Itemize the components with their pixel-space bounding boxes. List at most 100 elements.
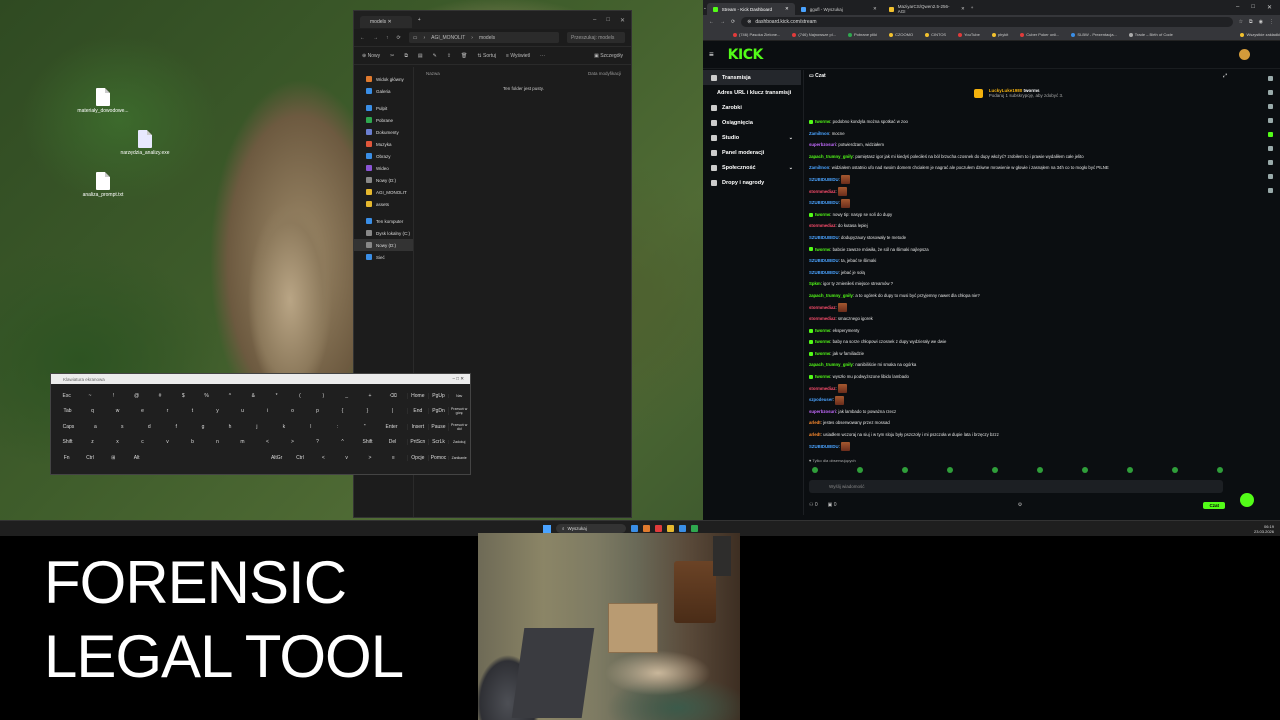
sidebar-item[interactable]: Dysk lokalny (C:): [354, 227, 413, 239]
bookmark-item[interactable]: Cuber Poker onli...: [1020, 32, 1059, 37]
key[interactable]: Zadokuj: [448, 440, 469, 445]
browser-tab[interactable]: ggufl - Wyszukaj ✕: [795, 3, 883, 15]
key[interactable]: &: [242, 393, 265, 399]
chat-username[interactable]: stormmediaz: [809, 305, 836, 310]
close-icon[interactable]: ✕: [388, 19, 392, 25]
key[interactable]: s: [109, 424, 136, 430]
minimize-icon[interactable]: –: [1236, 4, 1239, 11]
emote-icon[interactable]: [812, 467, 818, 473]
bookmark-star-icon[interactable]: ☆: [1239, 19, 1243, 25]
chat-username[interactable]: tworms: [815, 212, 830, 217]
site-info-icon[interactable]: ⊜: [747, 19, 751, 25]
forward-icon[interactable]: →: [373, 35, 378, 41]
key[interactable]: p: [305, 408, 330, 414]
key[interactable]: m: [230, 439, 255, 445]
sidebar-item[interactable]: Nowy (D:): [354, 239, 413, 251]
key[interactable]: %: [195, 393, 218, 399]
key[interactable]: k: [270, 424, 297, 430]
column-date[interactable]: Data modyfikacji: [588, 71, 621, 76]
chat-username[interactable]: stormmediaz: [809, 316, 836, 321]
sidebar-item[interactable]: Muzyka: [354, 138, 413, 150]
bookmark-item[interactable]: (746) Najnowsze pl...: [792, 32, 836, 37]
start-icon[interactable]: [543, 524, 551, 533]
menu-icon[interactable]: ⋮: [1269, 19, 1274, 25]
key[interactable]: z: [80, 439, 105, 445]
taskbar-app-icon[interactable]: [667, 525, 674, 532]
chat-username[interactable]: tworms: [815, 351, 830, 356]
key[interactable]: ScrLk: [427, 439, 449, 446]
key[interactable]: @: [125, 393, 148, 399]
key[interactable]: Caps: [55, 424, 82, 430]
key[interactable]: Shift: [355, 439, 380, 445]
sort-button[interactable]: ⇅ Sortuj: [477, 53, 496, 59]
nav-item[interactable]: Panel moderacji: [703, 145, 801, 160]
points-icon[interactable]: ▣ 0: [828, 502, 837, 508]
sidebar-item[interactable]: Nowy (D:): [354, 174, 413, 186]
close-window-icon[interactable]: ✕: [1267, 4, 1272, 11]
copy-icon[interactable]: ⧉: [404, 53, 408, 59]
key[interactable]: Esc: [55, 393, 78, 399]
avatar[interactable]: [1239, 49, 1250, 60]
key[interactable]: i: [255, 408, 280, 414]
key[interactable]: Enter: [378, 424, 405, 430]
extensions-icon[interactable]: ⧉: [1249, 19, 1253, 25]
key[interactable]: o: [280, 408, 305, 414]
cut-icon[interactable]: ✂: [390, 53, 394, 59]
taskbar-app-icon[interactable]: [631, 525, 638, 532]
forward-icon[interactable]: →: [720, 19, 725, 25]
nav-item[interactable]: Społeczność ⌄: [703, 160, 801, 175]
chat-username[interactable]: zapach_trumny_gniły: [809, 154, 853, 159]
key[interactable]: :: [324, 424, 351, 430]
key[interactable]: Insert: [407, 423, 428, 430]
explorer-tab[interactable]: models ✕: [360, 16, 412, 28]
key[interactable]: Shift: [55, 439, 80, 445]
key[interactable]: n: [205, 439, 230, 445]
sidebar-item[interactable]: Obrazy: [354, 150, 413, 162]
chat-username[interactable]: superbzosuri: [809, 409, 836, 414]
key[interactable]: _: [335, 393, 358, 399]
key[interactable]: ⌫: [382, 393, 405, 399]
key[interactable]: ^: [330, 439, 355, 445]
key[interactable]: ≡: [382, 455, 405, 461]
sidebar-item[interactable]: Widok główny: [354, 73, 413, 85]
sidebar-item[interactable]: AGI_MONOLIT: [354, 186, 413, 198]
back-icon[interactable]: ←: [709, 19, 714, 25]
reload-icon[interactable]: ⟳: [731, 19, 735, 25]
chevron-down-icon[interactable]: ⌄: [789, 135, 801, 141]
key[interactable]: >: [358, 455, 381, 461]
sidebar-item[interactable]: assets: [354, 198, 413, 210]
chat-username[interactable]: arledt: [809, 432, 821, 437]
taskbar-search[interactable]: ⌕ Wyszukaj: [556, 524, 626, 533]
chat-username[interactable]: ZamilInon: [809, 131, 829, 136]
key[interactable]: |: [380, 408, 405, 414]
key[interactable]: q: [80, 408, 105, 414]
emote-icon[interactable]: [902, 467, 908, 473]
chat-username[interactable]: SZUBIDUBIDU: [809, 177, 839, 182]
viewers-icon[interactable]: ⚇ 0: [809, 502, 818, 508]
key[interactable]: ): [312, 393, 335, 399]
emote-icon[interactable]: [1217, 467, 1223, 473]
explorer-address-bar[interactable]: ▭ › AGI_MONOLIT › models: [408, 32, 559, 43]
sidebar-item[interactable]: Dokumenty: [354, 126, 413, 138]
key[interactable]: Del: [380, 439, 405, 445]
chat-username[interactable]: arledt: [809, 420, 821, 425]
key[interactable]: ?: [305, 439, 330, 445]
tool-icon[interactable]: [1267, 146, 1273, 151]
kick-logo[interactable]: KICK: [728, 47, 764, 63]
column-name[interactable]: Nazwa: [426, 71, 440, 76]
chat-username[interactable]: tworms: [815, 328, 830, 333]
browser-tab[interactable]: Stream - Kick Dashboard ✕: [706, 3, 795, 15]
maximize-icon[interactable]: □: [606, 17, 610, 24]
key[interactable]: Ctrl: [78, 455, 101, 461]
url-bar[interactable]: ⊜ dashboard.kick.com/stream: [741, 17, 1233, 27]
key[interactable]: l: [297, 424, 324, 430]
desktop-icon-exe[interactable]: narzędzia_analizy.exe: [110, 130, 180, 156]
sidebar-item[interactable]: Pulpit: [354, 102, 413, 114]
key[interactable]: {: [330, 408, 355, 414]
view-button[interactable]: ≡ Wyświetl: [506, 53, 530, 59]
sidebar-item[interactable]: Ten komputer: [354, 215, 413, 227]
chat-username[interactable]: tworms: [815, 374, 830, 379]
new-tab-icon[interactable]: +: [418, 17, 421, 23]
key[interactable]: x: [105, 439, 130, 445]
refresh-icon[interactable]: ⟳: [397, 35, 401, 41]
